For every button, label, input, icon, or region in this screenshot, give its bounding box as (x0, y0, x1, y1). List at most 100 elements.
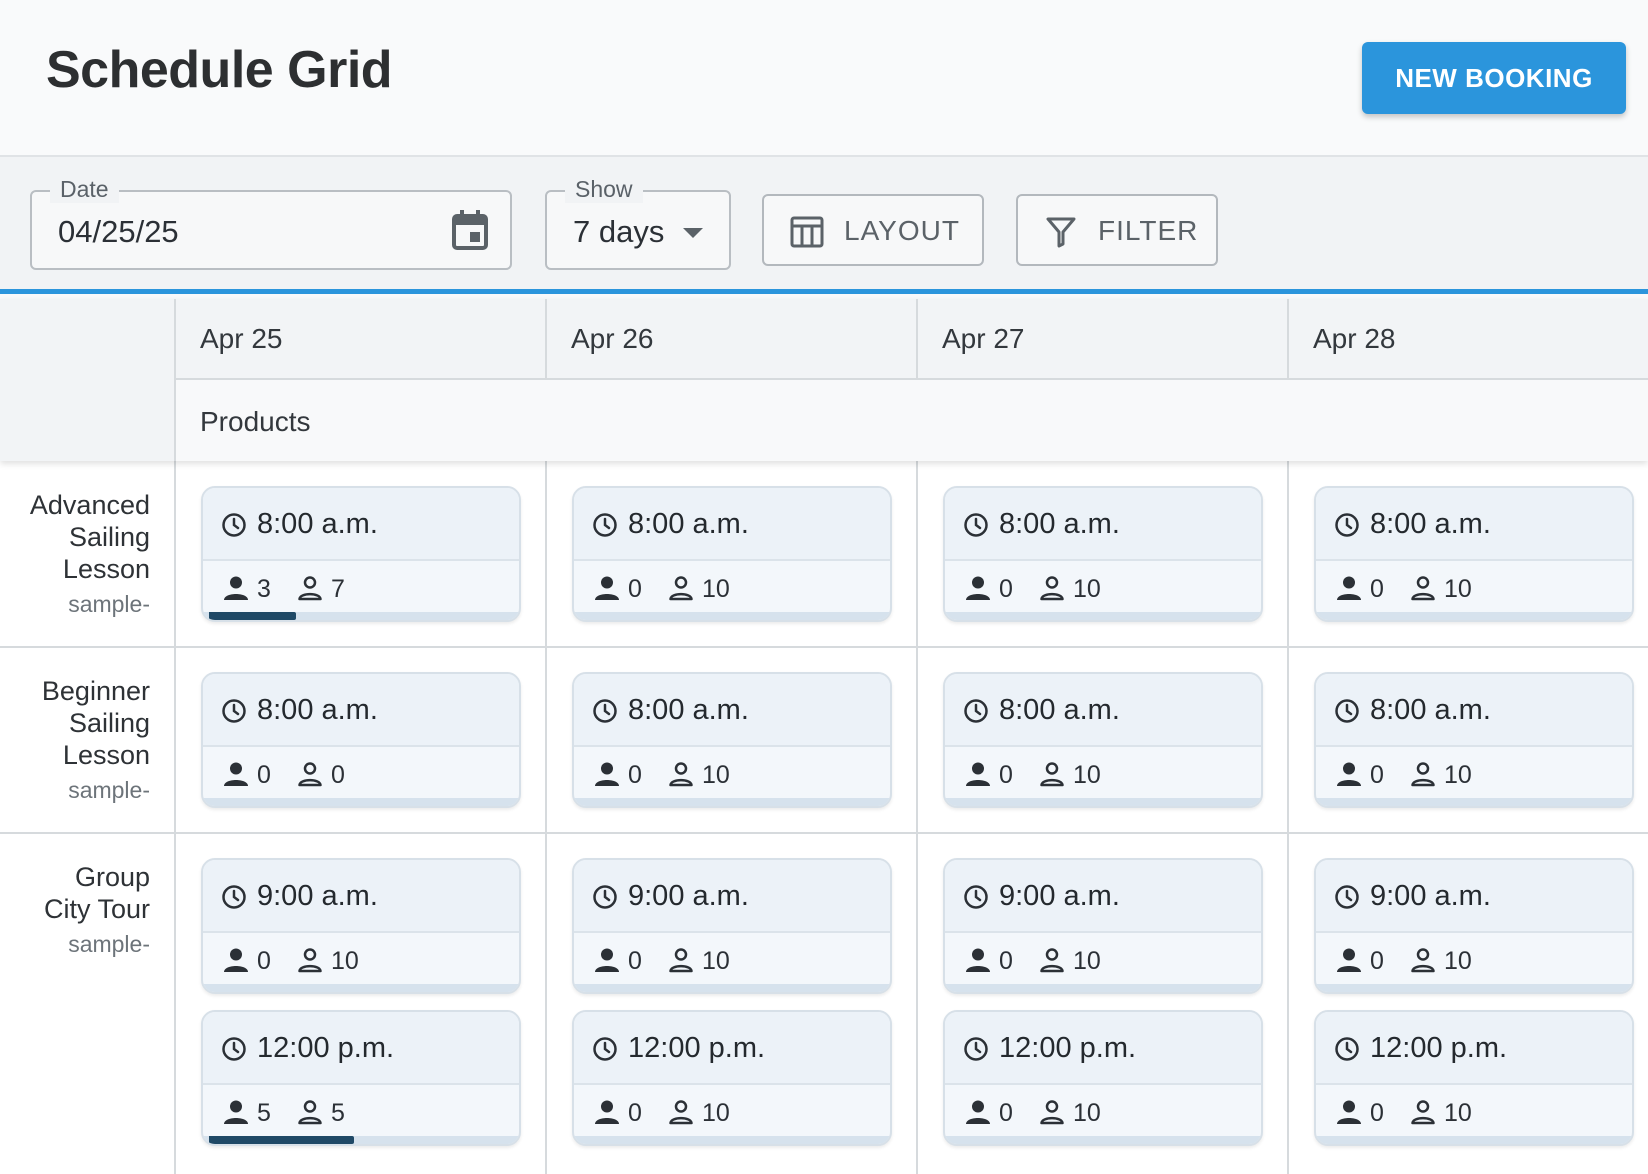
capacity-bar-fill (209, 612, 296, 620)
clock-icon (1335, 699, 1359, 723)
person-outline-icon (298, 1100, 322, 1125)
available-count: 10 (702, 947, 730, 975)
capacity-bar (574, 984, 890, 992)
slot-time: 12:00 p.m. (257, 1032, 395, 1064)
slot-header: 9:00 a.m. (203, 860, 519, 933)
funnel-icon (1046, 217, 1076, 248)
clock-icon (593, 513, 617, 537)
clock-icon (222, 1037, 246, 1061)
person-outline-icon (669, 762, 693, 787)
available-count: 10 (1444, 1099, 1472, 1127)
capacity-bar (203, 984, 519, 992)
slot-header: 8:00 a.m. (1316, 674, 1632, 747)
person-outline-icon (1040, 576, 1064, 601)
available-count: 10 (1073, 947, 1101, 975)
clock-icon (222, 699, 246, 723)
time-slot-card[interactable]: 8:00 a.m. 3 7 (201, 486, 521, 622)
time-slot-card[interactable]: 9:00 a.m. 0 10 (201, 858, 521, 994)
slot-capacity: 0 10 (574, 1087, 890, 1134)
product-name-line: Group (74, 862, 150, 892)
time-slot-card[interactable]: 12:00 p.m. 5 5 (201, 1010, 521, 1146)
clock-icon (593, 885, 617, 909)
person-filled-icon (966, 948, 990, 972)
time-slot-card[interactable]: 8:00 a.m. 0 10 (1314, 672, 1634, 808)
available-count: 5 (331, 1099, 345, 1127)
slot-header: 8:00 a.m. (1316, 488, 1632, 561)
page-header: Schedule Grid NEW BOOKING (0, 0, 1648, 157)
schedule-grid-body: Advanced Sailing Lesson sample- 8:00 a.m. 3 7 8… (0, 461, 1648, 1174)
slot-time: 9:00 a.m. (257, 880, 378, 912)
slot-time: 9:00 a.m. (999, 880, 1120, 912)
person-outline-icon (1411, 762, 1435, 787)
time-slot-card[interactable]: 12:00 p.m. 0 10 (572, 1010, 892, 1146)
capacity-bar (203, 612, 519, 620)
time-slot-card[interactable]: 12:00 p.m. 0 10 (1314, 1010, 1634, 1146)
person-filled-icon (1337, 948, 1361, 972)
time-slot-card[interactable]: 8:00 a.m. 0 10 (572, 672, 892, 808)
slot-capacity: 0 10 (945, 563, 1261, 610)
person-outline-icon (669, 948, 693, 973)
available-count: 0 (331, 761, 345, 789)
capacity-bar (1316, 798, 1632, 806)
caret-down-icon[interactable] (683, 228, 703, 238)
time-slot-card[interactable]: 8:00 a.m. 0 0 (201, 672, 521, 808)
clock-icon (222, 885, 246, 909)
person-outline-icon (298, 948, 322, 973)
booked-count: 0 (1370, 947, 1384, 975)
new-booking-button[interactable]: NEW BOOKING (1362, 42, 1626, 114)
available-count: 10 (702, 761, 730, 789)
slot-capacity: 00 (203, 749, 519, 796)
booked-count: 0 (1370, 575, 1384, 603)
slot-time: 8:00 a.m. (999, 508, 1120, 540)
layout-button-label: LAYOUT (844, 215, 960, 246)
date-column-header: Apr 26 (545, 299, 916, 380)
time-slot-card[interactable]: 9:00 a.m. 0 10 (1314, 858, 1634, 994)
person-filled-icon (595, 762, 619, 786)
show-select-value[interactable]: 7 days (573, 214, 664, 250)
date-field-value[interactable]: 04/25/25 (58, 214, 179, 250)
date-column-header: Apr 25 (174, 299, 545, 380)
date-field[interactable]: Date 04/25/25 (30, 176, 512, 270)
page-title: Schedule Grid (46, 41, 393, 99)
products-header: Products (174, 380, 1648, 461)
product-code: sample- (68, 591, 150, 617)
time-slot-card[interactable]: 12:00 p.m. 0 10 (943, 1010, 1263, 1146)
available-count: 10 (331, 947, 359, 975)
time-slot-card[interactable]: 9:00 a.m. 0 10 (572, 858, 892, 994)
person-filled-icon (595, 948, 619, 972)
available-count: 10 (702, 575, 730, 603)
clock-icon (593, 699, 617, 723)
show-days-select[interactable]: Show 7 days (545, 176, 731, 270)
layout-button[interactable]: LAYOUT (762, 194, 984, 266)
person-filled-icon (595, 1100, 619, 1124)
calendar-icon[interactable] (452, 210, 488, 250)
slot-header: 9:00 a.m. (574, 860, 890, 933)
slot-capacity: 0 10 (1316, 935, 1632, 982)
clock-icon (964, 513, 988, 537)
filter-button[interactable]: FILTER (1016, 194, 1218, 266)
time-slot-card[interactable]: 8:00 a.m. 0 10 (943, 486, 1263, 622)
product-name-line: City Tour (43, 894, 150, 924)
person-outline-icon (1040, 1100, 1064, 1125)
time-slot-card[interactable]: 9:00 a.m. 0 10 (943, 858, 1263, 994)
slot-capacity: 0 10 (574, 935, 890, 982)
slot-capacity: 0 10 (945, 749, 1261, 796)
show-select-label: Show (565, 176, 643, 203)
grid-corner (0, 380, 174, 461)
time-slot-card[interactable]: 8:00 a.m. 0 10 (572, 486, 892, 622)
time-slot-card[interactable]: 8:00 a.m. 0 10 (943, 672, 1263, 808)
slot-header: 12:00 p.m. (203, 1012, 519, 1085)
capacity-bar (945, 1136, 1261, 1144)
person-filled-icon (224, 762, 248, 786)
available-count: 10 (1073, 761, 1101, 789)
slot-header: 9:00 a.m. (945, 860, 1261, 933)
product-name-line: Sailing (68, 522, 150, 552)
clock-icon (964, 699, 988, 723)
slot-time: 8:00 a.m. (1370, 508, 1491, 540)
clock-icon (222, 513, 246, 537)
capacity-bar (203, 798, 519, 806)
person-outline-icon (298, 576, 322, 601)
time-slot-card[interactable]: 8:00 a.m. 0 10 (1314, 486, 1634, 622)
slot-time: 8:00 a.m. (628, 694, 749, 726)
booked-count: 0 (628, 947, 642, 975)
